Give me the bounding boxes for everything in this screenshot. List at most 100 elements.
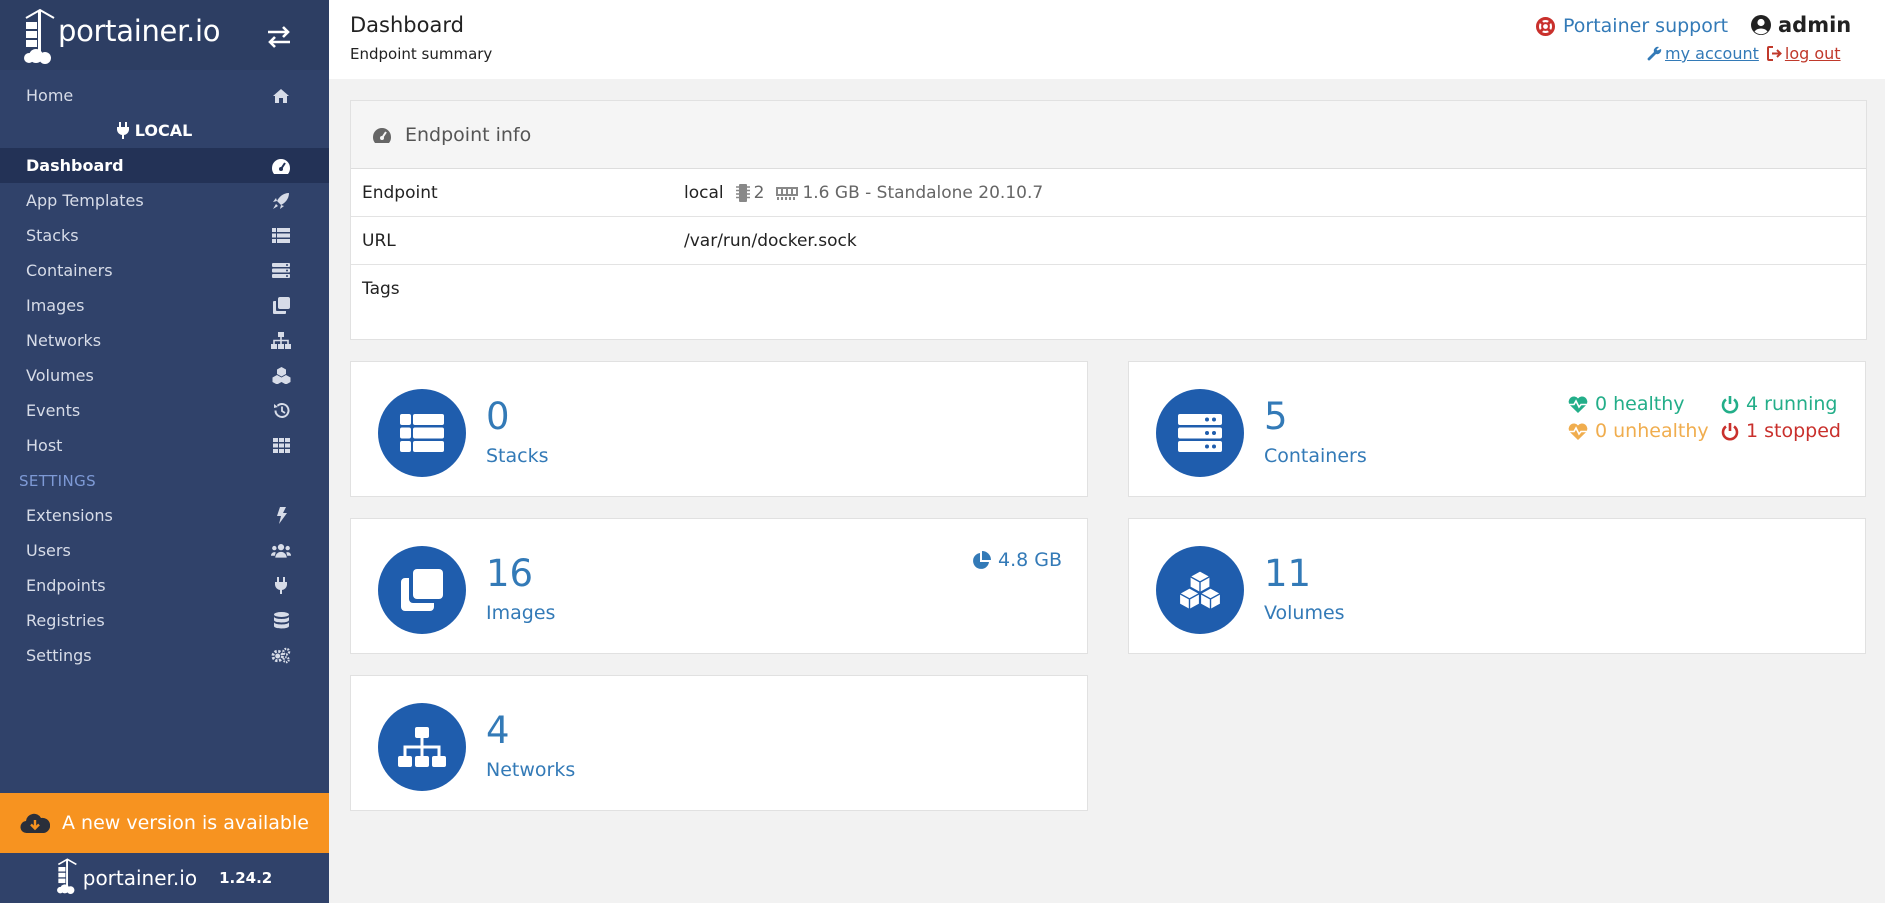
sidebar-item-home[interactable]: Home xyxy=(0,78,329,113)
username: admin xyxy=(1778,13,1852,37)
sidebar-item-app-templates[interactable]: App Templates xyxy=(0,183,329,218)
sidebar-toggle-icon[interactable] xyxy=(266,26,292,52)
my-account-label: my account xyxy=(1665,44,1759,63)
networks-count: 4 xyxy=(486,709,510,752)
sidebar-item-label: Home xyxy=(26,86,74,105)
sidebar-item-label: Networks xyxy=(26,331,102,350)
sidebar-item-registries[interactable]: Registries xyxy=(0,603,329,638)
stacks-widget[interactable]: 0 Stacks xyxy=(350,361,1088,497)
tachometer-icon xyxy=(271,156,291,176)
list-icon xyxy=(271,226,291,246)
clone-icon xyxy=(401,569,443,611)
sidebar-item-label: Images xyxy=(26,296,85,315)
my-account-link[interactable]: my account xyxy=(1647,44,1759,63)
running-count: 4 running xyxy=(1746,393,1838,415)
th-icon xyxy=(271,436,291,456)
cpu-count: 2 xyxy=(724,182,765,203)
sign-out-icon xyxy=(1766,46,1782,61)
sidebar-item-label: Extensions xyxy=(26,506,113,525)
settings-heading: SETTINGS xyxy=(19,471,97,490)
update-available-banner[interactable]: A new version is available xyxy=(0,793,329,853)
history-icon xyxy=(271,401,291,421)
volumes-label: Volumes xyxy=(1264,602,1345,624)
sidebar-item-containers[interactable]: Containers xyxy=(0,253,329,288)
url-row: URL /var/run/docker.sock xyxy=(351,217,1866,265)
volumes-widget[interactable]: 11 Volumes xyxy=(1128,518,1866,654)
images-widget-icon-circle xyxy=(378,546,466,634)
sidebar-item-label: Events xyxy=(26,401,81,420)
containers-healthy: 0 healthy xyxy=(1568,393,1685,415)
sidebar-item-networks[interactable]: Networks xyxy=(0,323,329,358)
log-out-link[interactable]: log out xyxy=(1766,44,1841,63)
tags-row: Tags xyxy=(351,265,1866,335)
support-label: Portainer support xyxy=(1563,15,1729,37)
sidebar: portainer.io Home LOCAL Dashboard App Te… xyxy=(0,0,329,903)
user-menu: admin xyxy=(1750,13,1851,37)
containers-running: 4 running xyxy=(1721,393,1837,415)
database-icon xyxy=(271,611,291,631)
sidebar-item-images[interactable]: Images xyxy=(0,288,329,323)
url-value: /var/run/docker.sock xyxy=(684,230,857,251)
endpoint-name: local xyxy=(684,182,724,203)
networks-widget[interactable]: 4 Networks xyxy=(350,675,1088,811)
endpoint-key: Endpoint xyxy=(362,182,438,203)
cogs-icon xyxy=(271,646,291,666)
tachometer-icon xyxy=(372,127,392,143)
url-key: URL xyxy=(362,230,396,251)
images-size-value: 4.8 GB xyxy=(998,549,1063,571)
memory-info-value: 1.6 GB - Standalone 20.10.7 xyxy=(802,182,1044,203)
log-out-label: log out xyxy=(1784,44,1841,63)
user-circle-icon xyxy=(1751,15,1771,35)
sidebar-item-stacks[interactable]: Stacks xyxy=(0,218,329,253)
endpoint-group-local: LOCAL xyxy=(0,113,329,148)
sidebar-item-host[interactable]: Host xyxy=(0,428,329,463)
sidebar-item-users[interactable]: Users xyxy=(0,533,329,568)
sidebar-footer: portainer.io 1.24.2 xyxy=(0,853,329,903)
containers-widget-icon-circle xyxy=(1156,389,1244,477)
tags-key: Tags xyxy=(362,279,400,299)
microchip-icon xyxy=(735,183,750,202)
containers-widget[interactable]: 5 Containers 0 healthy 0 unhealthy 4 run… xyxy=(1128,361,1866,497)
images-total-size: 4.8 GB xyxy=(972,549,1062,571)
sidebar-item-events[interactable]: Events xyxy=(0,393,329,428)
sidebar-item-label: Endpoints xyxy=(26,576,106,595)
portainer-footer-logo-icon xyxy=(56,858,79,898)
stopped-count: 1 stopped xyxy=(1746,420,1841,442)
healthy-count: 0 healthy xyxy=(1595,393,1685,415)
images-label: Images xyxy=(486,602,556,624)
sidebar-item-label: Settings xyxy=(26,646,92,665)
sidebar-item-volumes[interactable]: Volumes xyxy=(0,358,329,393)
rocket-icon xyxy=(271,191,291,211)
networks-label: Networks xyxy=(486,759,576,781)
images-count: 16 xyxy=(486,552,534,595)
endpoint-info-panel: Endpoint info Endpoint local 2 1.6 GB - … xyxy=(350,100,1867,340)
sidebar-item-dashboard[interactable]: Dashboard xyxy=(0,148,329,183)
sidebar-item-extensions[interactable]: Extensions xyxy=(0,498,329,533)
power-off-icon xyxy=(1721,395,1739,413)
account-links: my account log out xyxy=(1647,44,1841,63)
endpoint-group-label: LOCAL xyxy=(134,121,193,140)
sidebar-item-label: Stacks xyxy=(26,226,79,245)
portainer-logo-icon[interactable] xyxy=(24,8,58,68)
endpoint-info-header: Endpoint info xyxy=(351,101,1866,169)
memory-icon xyxy=(776,186,799,200)
containers-label: Containers xyxy=(1264,445,1367,467)
sidebar-brand: portainer.io xyxy=(0,0,329,70)
images-widget[interactable]: 16 Images 4.8 GB xyxy=(350,518,1088,654)
sidebar-item-endpoints[interactable]: Endpoints xyxy=(0,568,329,603)
list-icon xyxy=(400,414,444,452)
endpoint-info-title: Endpoint info xyxy=(405,123,532,146)
containers-unhealthy: 0 unhealthy xyxy=(1568,420,1709,442)
page-subtitle: Endpoint summary xyxy=(350,45,493,63)
portainer-support-link[interactable]: Portainer support xyxy=(1536,15,1728,37)
memory-info: 1.6 GB - Standalone 20.10.7 xyxy=(764,183,1043,203)
volumes-widget-icon-circle xyxy=(1156,546,1244,634)
sidebar-item-settings[interactable]: Settings xyxy=(0,638,329,673)
networks-widget-icon-circle xyxy=(378,703,466,791)
plug-icon xyxy=(271,576,291,596)
life-ring-icon xyxy=(1536,16,1555,36)
cubes-icon xyxy=(1178,570,1222,610)
brand-name[interactable]: portainer.io xyxy=(58,14,220,48)
unhealthy-count: 0 unhealthy xyxy=(1595,420,1709,442)
cpu-count-value: 2 xyxy=(753,182,765,203)
